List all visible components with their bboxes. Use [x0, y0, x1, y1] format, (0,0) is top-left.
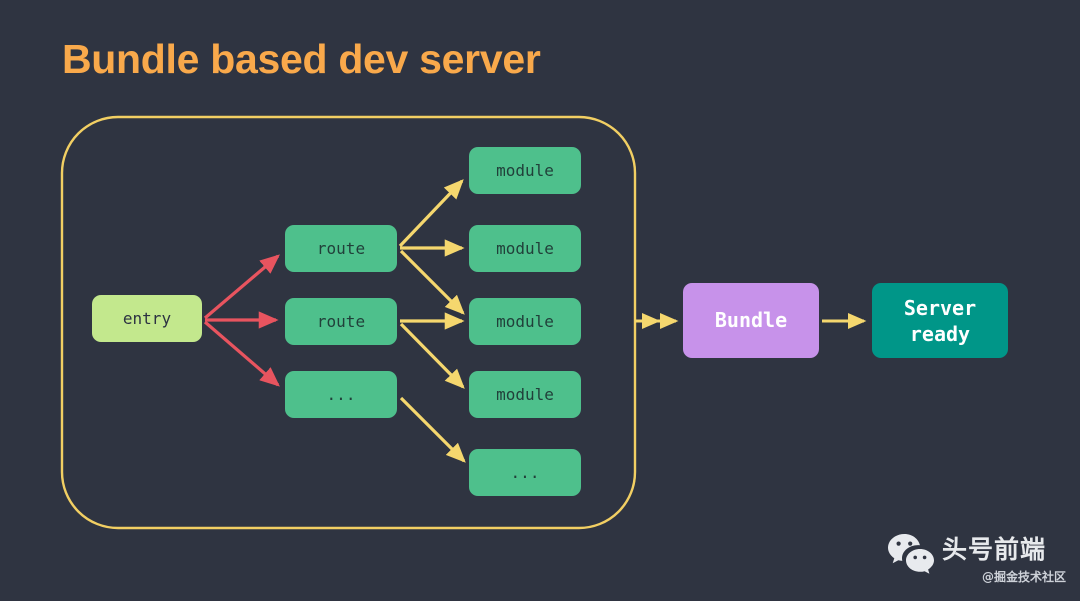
- wechat-icon: [888, 534, 934, 574]
- slide-canvas: Bundle based dev server entry route rout…: [0, 0, 1080, 601]
- node-route-1[interactable]: route: [285, 225, 397, 272]
- edge-entry-route1: [203, 254, 280, 320]
- node-module-1[interactable]: module: [469, 147, 581, 194]
- node-bundle[interactable]: Bundle: [683, 283, 819, 358]
- watermark: 头号前端 @掘金技术社区: [886, 528, 1066, 592]
- edge-entry-routedot: [203, 320, 280, 387]
- node-route-ellipsis[interactable]: ...: [285, 371, 397, 418]
- node-server-ready[interactable]: Server ready: [872, 283, 1008, 358]
- edge-route1-module3: [399, 249, 465, 315]
- edge-routedot-moduledot: [399, 396, 466, 463]
- node-module-3[interactable]: module: [469, 298, 581, 345]
- node-entry[interactable]: entry: [92, 295, 202, 342]
- watermark-name: 头号前端: [942, 535, 1047, 564]
- watermark-handle: @掘金技术社区: [981, 570, 1066, 584]
- edge-route2-module4: [399, 322, 465, 389]
- node-module-4[interactable]: module: [469, 371, 581, 418]
- node-module-ellipsis[interactable]: ...: [469, 449, 581, 496]
- node-route-2[interactable]: route: [285, 298, 397, 345]
- page-title: Bundle based dev server: [62, 36, 541, 82]
- node-module-2[interactable]: module: [469, 225, 581, 272]
- edge-route1-module1: [398, 179, 464, 248]
